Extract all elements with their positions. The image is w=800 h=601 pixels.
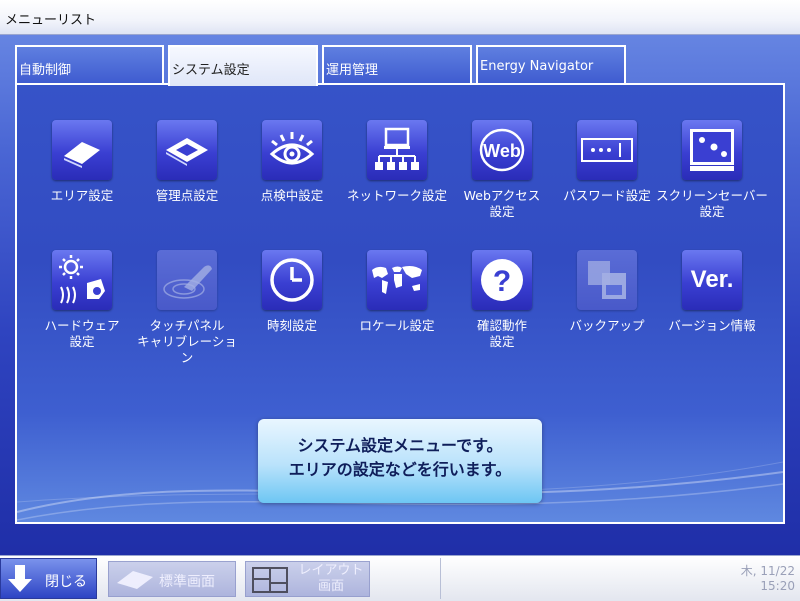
password-icon	[577, 120, 637, 180]
layout-screen-button[interactable]: レイアウト 画面	[245, 561, 370, 597]
menu-item-area-settings[interactable]: エリア設定	[30, 120, 134, 230]
time-text: 15:20	[760, 579, 795, 593]
window-title: メニューリスト	[5, 13, 97, 28]
clock-display: 木, 11/22 15:20	[741, 564, 795, 594]
tab-label: Energy Navigator	[480, 59, 594, 74]
tab-label: 運用管理	[326, 63, 379, 78]
menu-item-locale[interactable]: ロケール設定	[345, 250, 449, 360]
message-line-2: エリアの設定などを行います。	[288, 460, 512, 479]
menu-item-label: バージョン情報	[668, 318, 756, 333]
arrow-down-icon	[8, 565, 32, 592]
date-text: 木, 11/22	[740, 564, 795, 578]
menu-item-password[interactable]: パスワード設定	[555, 120, 659, 230]
menu-item-network[interactable]: ネットワーク設定	[345, 120, 449, 230]
close-button[interactable]: 閉じる	[0, 558, 97, 599]
layout-screen-label: レイアウト 画面	[298, 563, 364, 594]
backup-icon	[577, 250, 637, 310]
tab-energy-navigator[interactable]: Energy Navigator	[476, 45, 626, 83]
menu-item-touch-calibration[interactable]: タッチパネル キャリブレーション	[135, 250, 239, 365]
close-button-label: 閉じる	[45, 574, 87, 590]
menu-item-inspection[interactable]: 点検中設定	[240, 120, 344, 230]
menu-item-label: 確認動作 設定	[476, 318, 527, 349]
area-setting-icon	[117, 571, 153, 589]
menu-item-label: ネットワーク設定	[346, 188, 447, 203]
world-map-icon	[367, 250, 427, 310]
clock-icon	[262, 250, 322, 310]
layout-icon	[252, 567, 288, 593]
title-bar: メニューリスト	[0, 0, 800, 35]
menu-item-version[interactable]: Ver. バージョン情報	[660, 250, 764, 360]
web-icon: Web	[472, 120, 532, 180]
screensaver-icon	[682, 120, 742, 180]
menu-item-screensaver[interactable]: スクリーンセーバー 設定	[656, 120, 768, 230]
menu-item-label: ロケール設定	[359, 318, 435, 333]
menu-item-confirmation[interactable]: ? 確認動作 設定	[450, 250, 554, 360]
menu-item-hardware[interactable]: ハードウェア 設定	[30, 250, 134, 360]
inspection-eye-icon	[262, 120, 322, 180]
svg-text:Web: Web	[483, 141, 521, 161]
menu-item-label: 時刻設定	[266, 318, 317, 333]
menu-item-label: パスワード設定	[563, 188, 651, 203]
question-icon: ?	[472, 250, 532, 310]
menu-item-label: 管理点設定	[155, 188, 219, 203]
menu-item-label: エリア設定	[50, 188, 114, 203]
area-setting-icon	[52, 120, 112, 180]
version-icon: Ver.	[682, 250, 742, 310]
tab-operation-management[interactable]: 運用管理	[322, 45, 472, 83]
message-line-1: システム設定メニューです。	[297, 436, 503, 455]
menu-item-web-access[interactable]: Web Webアクセス 設定	[450, 120, 554, 230]
tab-label: 自動制御	[19, 63, 72, 78]
footer-bar: 閉じる 標準画面 レイアウト 画面 木, 11/22 15:20	[0, 555, 800, 601]
tab-system-settings[interactable]: システム設定	[168, 45, 318, 86]
tab-auto-control[interactable]: 自動制御	[15, 45, 164, 83]
tab-label: システム設定	[172, 63, 250, 78]
info-message-box: システム設定メニューです。 エリアの設定などを行います。	[258, 419, 542, 503]
version-icon-text: Ver.	[690, 266, 734, 293]
svg-text:?: ?	[493, 265, 511, 298]
menu-item-time[interactable]: 時刻設定	[240, 250, 344, 360]
menu-item-label: バックアップ	[569, 318, 645, 333]
management-point-icon	[157, 120, 217, 180]
menu-item-label: 点検中設定	[260, 188, 324, 203]
menu-item-label: タッチパネル キャリブレーション	[137, 318, 237, 365]
hardware-icon	[52, 250, 112, 310]
touch-calibration-icon	[157, 250, 217, 310]
footer-divider	[440, 558, 441, 599]
menu-item-label: スクリーンセーバー 設定	[656, 188, 768, 219]
menu-item-label: ハードウェア 設定	[44, 318, 120, 349]
menu-item-label: Webアクセス 設定	[463, 188, 541, 219]
standard-screen-button[interactable]: 標準画面	[108, 561, 236, 597]
standard-screen-label: 標準画面	[159, 574, 215, 590]
network-icon	[367, 120, 427, 180]
menu-item-management-point[interactable]: 管理点設定	[135, 120, 239, 230]
menu-item-backup[interactable]: バックアップ	[555, 250, 659, 360]
